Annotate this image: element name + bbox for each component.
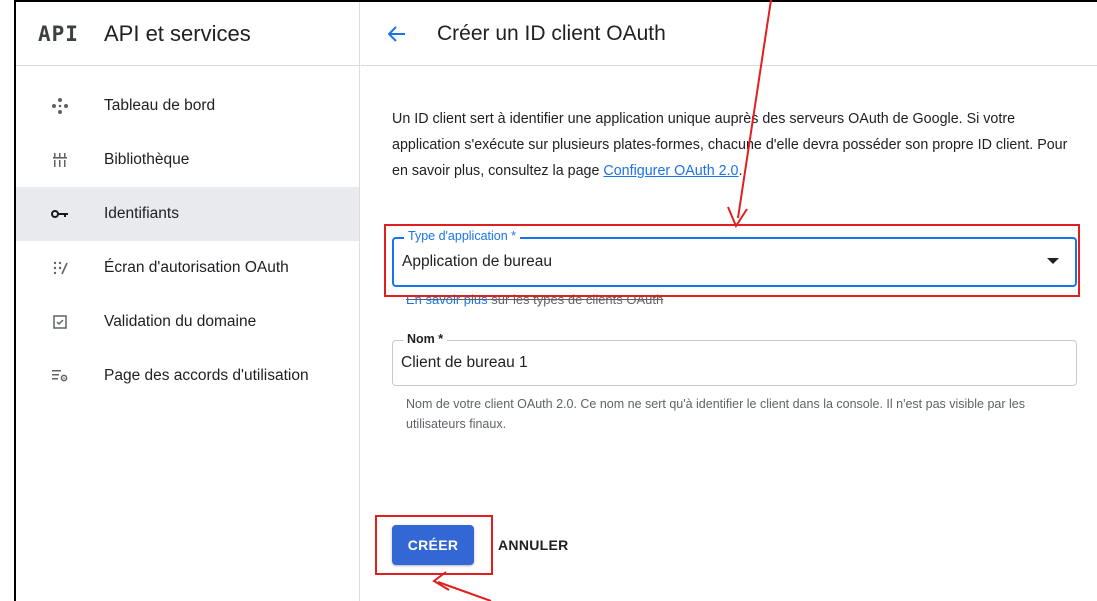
- checkbox-icon: [50, 312, 70, 332]
- arrow-back-icon[interactable]: [385, 22, 409, 46]
- sidebar-nav: Tableau de bord Bibliothèque Identifiant…: [16, 79, 359, 403]
- name-field[interactable]: Nom * Client de bureau 1: [392, 332, 1077, 386]
- page-title: Créer un ID client OAuth: [437, 21, 666, 45]
- api-logo-icon: API: [38, 21, 79, 46]
- sidebar-item-usage-agreements[interactable]: Page des accords d'utilisation: [16, 349, 359, 403]
- settings-list-icon: [50, 366, 70, 386]
- name-input-value: Client de bureau 1: [401, 354, 528, 371]
- name-help-text: Nom de votre client OAuth 2.0. Ce nom ne…: [406, 397, 1025, 431]
- create-button[interactable]: CRÉER: [392, 525, 474, 565]
- application-type-label: Type d'application *: [404, 229, 521, 244]
- main-content: Créer un ID client OAuth Un ID client se…: [361, 2, 1097, 601]
- sidebar-item-label: Page des accords d'utilisation: [104, 367, 309, 384]
- sidebar-item-label: Validation du domaine: [104, 313, 257, 330]
- library-icon: [50, 150, 70, 170]
- sidebar-item-dashboard[interactable]: Tableau de bord: [16, 79, 359, 133]
- client-types-hint: En savoir plus sur les types de clients …: [406, 292, 663, 307]
- sidebar-item-label: Tableau de bord: [104, 97, 216, 114]
- page-header: Créer un ID client OAuth: [361, 2, 1097, 66]
- intro-end: .: [738, 163, 743, 179]
- sidebar-item-label: Identifiants: [104, 205, 179, 222]
- application-type-value: Application de bureau: [402, 253, 552, 270]
- sidebar-item-label: Écran d'autorisation OAuth: [104, 259, 289, 276]
- hint-text: sur les types de clients OAuth: [487, 292, 664, 307]
- application-type-select[interactable]: Type d'application * Application de bure…: [392, 229, 1077, 287]
- dropdown-arrow-icon: [1047, 258, 1059, 264]
- sidebar-item-domain-verification[interactable]: Validation du domaine: [16, 295, 359, 349]
- name-label: Nom *: [403, 332, 448, 347]
- sidebar-item-label: Bibliothèque: [104, 151, 190, 168]
- learn-more-link[interactable]: En savoir plus: [406, 292, 488, 307]
- configure-oauth-link[interactable]: Configurer OAuth 2.0: [603, 163, 738, 179]
- dashboard-icon: [50, 96, 70, 116]
- cancel-button[interactable]: ANNULER: [498, 525, 569, 565]
- sidebar-item-credentials[interactable]: Identifiants: [16, 187, 359, 241]
- sidebar-header: API API et services: [16, 2, 359, 66]
- intro-description: Un ID client sert à identifier une appli…: [392, 106, 1082, 184]
- consent-screen-icon: [50, 258, 70, 278]
- sidebar-item-oauth-consent[interactable]: Écran d'autorisation OAuth: [16, 241, 359, 295]
- sidebar: API API et services Tableau de bord Bibl…: [16, 2, 360, 601]
- sidebar-item-library[interactable]: Bibliothèque: [16, 133, 359, 187]
- sidebar-title: API et services: [104, 20, 251, 46]
- key-icon: [50, 204, 70, 224]
